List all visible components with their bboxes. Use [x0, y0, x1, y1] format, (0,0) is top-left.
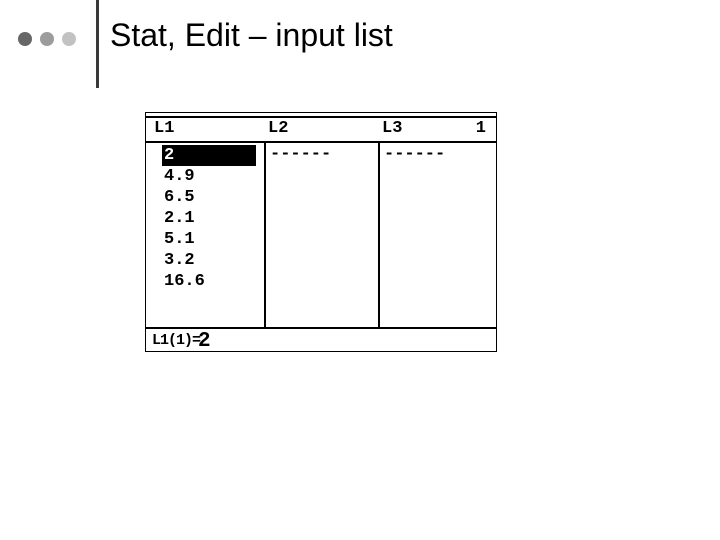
rule-top — [146, 116, 496, 118]
list-l2-empty[interactable]: ------ — [270, 145, 331, 164]
bullet-icon — [40, 32, 54, 46]
list-cell-selected[interactable]: 2 — [162, 145, 256, 166]
list-headers: L1 L2 L3 1 — [146, 119, 496, 141]
list-l1-column[interactable]: 2 4.9 6.5 2.1 5.1 3.2 16.6 — [162, 145, 262, 292]
header-l2: L2 — [268, 119, 288, 138]
status-rhs: 2 — [198, 330, 210, 353]
calculator-screen: L1 L2 L3 1 2 4.9 6.5 2.1 5.1 3.2 16.6 --… — [145, 112, 497, 352]
column-divider-2 — [378, 141, 380, 327]
divider-vertical — [96, 0, 99, 88]
page-title: Stat, Edit – input list — [110, 17, 393, 54]
header-l3: L3 — [382, 119, 402, 138]
bullet-icon — [62, 32, 76, 46]
status-line: L1(1)=2 — [152, 330, 210, 353]
list-cell[interactable]: 3.2 — [162, 250, 262, 271]
list-l3-empty[interactable]: ------ — [384, 145, 445, 164]
list-cell[interactable]: 5.1 — [162, 229, 262, 250]
list-cell[interactable]: 6.5 — [162, 187, 262, 208]
list-cell[interactable]: 16.6 — [162, 271, 262, 292]
list-cell[interactable]: 4.9 — [162, 166, 262, 187]
column-divider-1 — [264, 141, 266, 327]
decorative-bullets — [18, 32, 76, 46]
status-lhs: L1(1)= — [152, 332, 200, 349]
rule-header — [146, 141, 496, 143]
rule-bottom — [146, 327, 496, 329]
header-l1: L1 — [154, 119, 174, 138]
bullet-icon — [18, 32, 32, 46]
header-list-number: 1 — [476, 119, 486, 138]
list-cell[interactable]: 2.1 — [162, 208, 262, 229]
